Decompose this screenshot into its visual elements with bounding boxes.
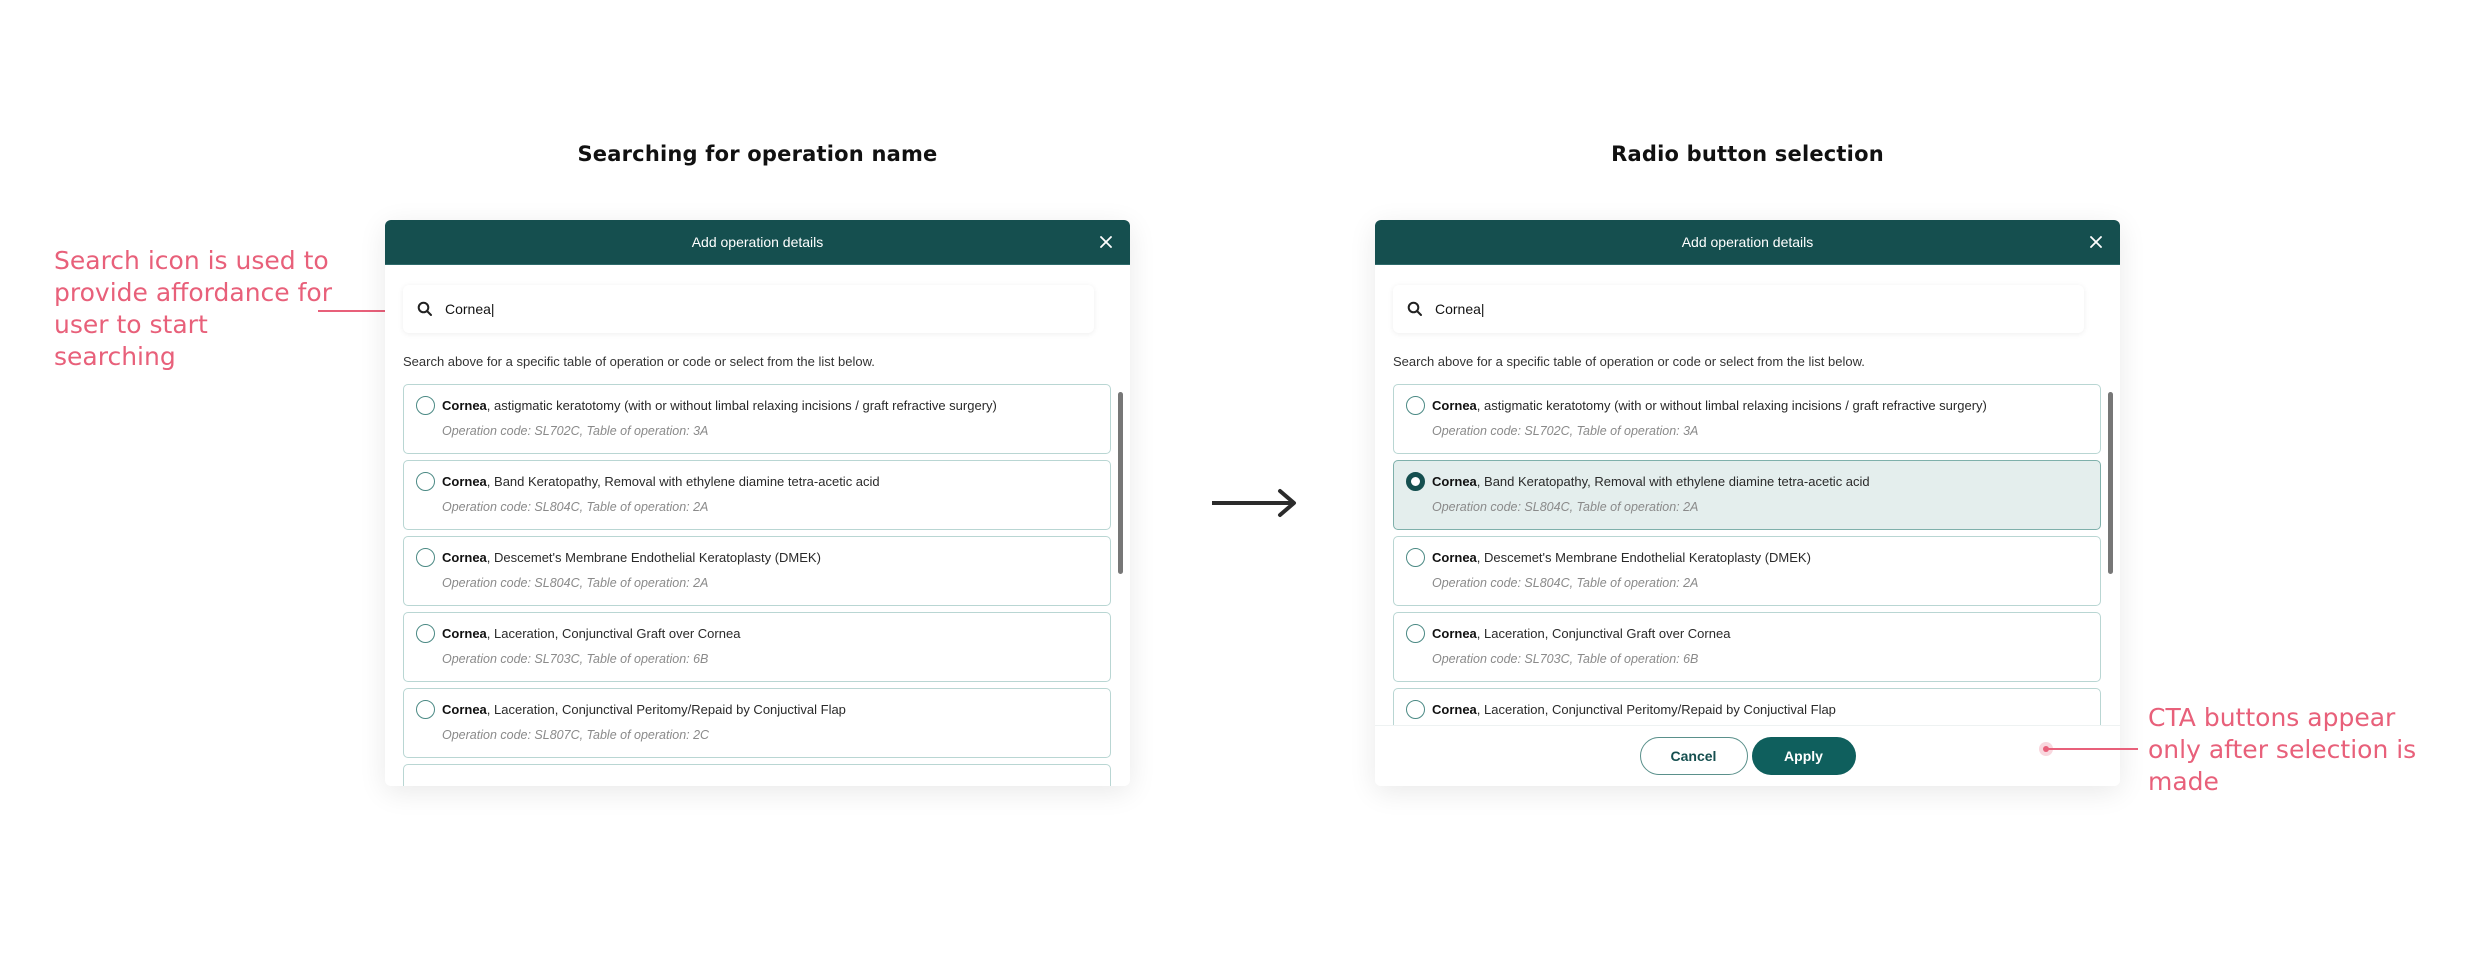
list-item[interactable]: Cornea, Laceration, Conjunctival Graft o…: [1393, 612, 2101, 682]
close-button[interactable]: [2086, 232, 2106, 252]
item-title: , Laceration, Conjunctival Graft over Co…: [1476, 626, 1731, 641]
list-item[interactable]: Cornea, Laceration, Conjunctival Peritom…: [1393, 688, 2101, 726]
search-box[interactable]: [403, 285, 1094, 333]
radio-button-checked[interactable]: [1406, 472, 1425, 491]
apply-button[interactable]: Apply: [1751, 737, 1856, 775]
cancel-button[interactable]: Cancel: [1639, 737, 1748, 775]
search-icon: [417, 301, 432, 316]
modal-header: Add operation details: [385, 220, 1130, 265]
item-operation-code: Operation code: SL804C, Table of operati…: [442, 576, 709, 590]
add-operation-modal-searching: Add operation details Search above for a…: [385, 220, 1130, 786]
item-title: , Band Keratopathy, Removal with ethylen…: [486, 474, 880, 489]
item-operation-code: Operation code: SL703C, Table of operati…: [442, 652, 709, 666]
item-operation-code: Operation code: SL804C, Table of operati…: [1432, 500, 1699, 514]
radio-button[interactable]: [1406, 624, 1425, 643]
item-keyword: Cornea: [442, 626, 487, 641]
operation-list: Cornea, astigmatic keratotomy (with or w…: [1393, 384, 2101, 726]
search-input[interactable]: [445, 301, 1045, 317]
modal-header: Add operation details: [1375, 220, 2120, 265]
flow-arrow-icon: [1212, 489, 1296, 517]
item-keyword: Cornea: [1432, 550, 1477, 565]
modal-title: Add operation details: [691, 234, 824, 250]
modal-footer: Cancel Apply: [1375, 725, 2120, 786]
radio-button[interactable]: [416, 472, 435, 491]
section-title-radio-selection: Radio button selection: [1611, 142, 1884, 166]
search-box[interactable]: [1393, 285, 2084, 333]
radio-button[interactable]: [416, 396, 435, 415]
close-icon: [1100, 236, 1112, 248]
item-keyword: Cornea: [1432, 702, 1477, 717]
list-item[interactable]: Cornea, Descemet's Membrane Endothelial …: [1393, 536, 2101, 606]
item-keyword: Cornea: [1432, 626, 1477, 641]
annotation-leader-line: [2046, 748, 2138, 750]
radio-button[interactable]: [416, 548, 435, 567]
item-keyword: Cornea: [442, 398, 487, 413]
item-operation-code: Operation code: SL807C, Table of operati…: [442, 728, 710, 742]
helper-text: Search above for a specific table of ope…: [1393, 354, 1865, 369]
scrollbar[interactable]: [1118, 392, 1123, 574]
item-keyword: Cornea: [442, 702, 487, 717]
search-icon: [1407, 301, 1422, 316]
operation-list: Cornea, astigmatic keratotomy (with or w…: [403, 384, 1111, 786]
list-item-selected[interactable]: Cornea, Band Keratopathy, Removal with e…: [1393, 460, 2101, 530]
helper-text: Search above for a specific table of ope…: [403, 354, 875, 369]
list-item[interactable]: Cornea, Band Keratopathy, Removal with e…: [403, 460, 1111, 530]
item-operation-code: Operation code: SL703C, Table of operati…: [1432, 652, 1699, 666]
radio-button[interactable]: [416, 700, 435, 719]
item-title: , Laceration, Conjunctival Graft over Co…: [486, 626, 741, 641]
annotation-search-icon: Search icon is used to provide affordanc…: [54, 246, 332, 371]
item-operation-code: Operation code: SL804C, Table of operati…: [1432, 576, 1699, 590]
item-operation-code: Operation code: SL702C, Table of operati…: [1432, 424, 1699, 438]
add-operation-modal-selection: Add operation details Search above for a…: [1375, 220, 2120, 786]
modal-title: Add operation details: [1681, 234, 1814, 250]
scrollbar[interactable]: [2108, 392, 2113, 574]
item-title: , astigmatic keratotomy (with or without…: [1476, 398, 1987, 413]
section-title-searching: Searching for operation name: [577, 142, 938, 166]
item-keyword: Cornea: [442, 550, 487, 565]
close-icon: [2090, 236, 2102, 248]
item-operation-code: Operation code: SL702C, Table of operati…: [442, 424, 709, 438]
search-input[interactable]: [1435, 301, 2035, 317]
radio-button[interactable]: [416, 624, 435, 643]
item-title: , Laceration, Conjunctival Peritomy/Repa…: [486, 702, 846, 717]
item-title: , Band Keratopathy, Removal with ethylen…: [1476, 474, 1870, 489]
item-title: , Descemet's Membrane Endothelial Kerato…: [486, 550, 821, 565]
list-item[interactable]: Cornea, Laceration, Conjunctival Graft o…: [403, 612, 1111, 682]
list-item[interactable]: Cornea, astigmatic keratotomy (with or w…: [403, 384, 1111, 454]
item-keyword: Cornea: [1432, 474, 1477, 489]
list-item[interactable]: Cornea, Descemet's Membrane Endothelial …: [403, 536, 1111, 606]
item-keyword: Cornea: [442, 474, 487, 489]
item-operation-code: Operation code: SL804C, Table of operati…: [442, 500, 709, 514]
list-item[interactable]: Cornea, Laceration, Conjunctival Peritom…: [403, 688, 1111, 758]
radio-button[interactable]: [1406, 700, 1425, 719]
annotation-cta-buttons: CTA buttons appear only after selection …: [2148, 703, 2417, 796]
item-title: , astigmatic keratotomy (with or without…: [486, 398, 997, 413]
close-button[interactable]: [1096, 232, 1116, 252]
item-keyword: Cornea: [1432, 398, 1477, 413]
radio-button[interactable]: [1406, 548, 1425, 567]
radio-button[interactable]: [1406, 396, 1425, 415]
list-item-partial[interactable]: [403, 764, 1111, 786]
item-title: , Laceration, Conjunctival Peritomy/Repa…: [1476, 702, 1836, 717]
list-item[interactable]: Cornea, astigmatic keratotomy (with or w…: [1393, 384, 2101, 454]
item-title: , Descemet's Membrane Endothelial Kerato…: [1476, 550, 1811, 565]
